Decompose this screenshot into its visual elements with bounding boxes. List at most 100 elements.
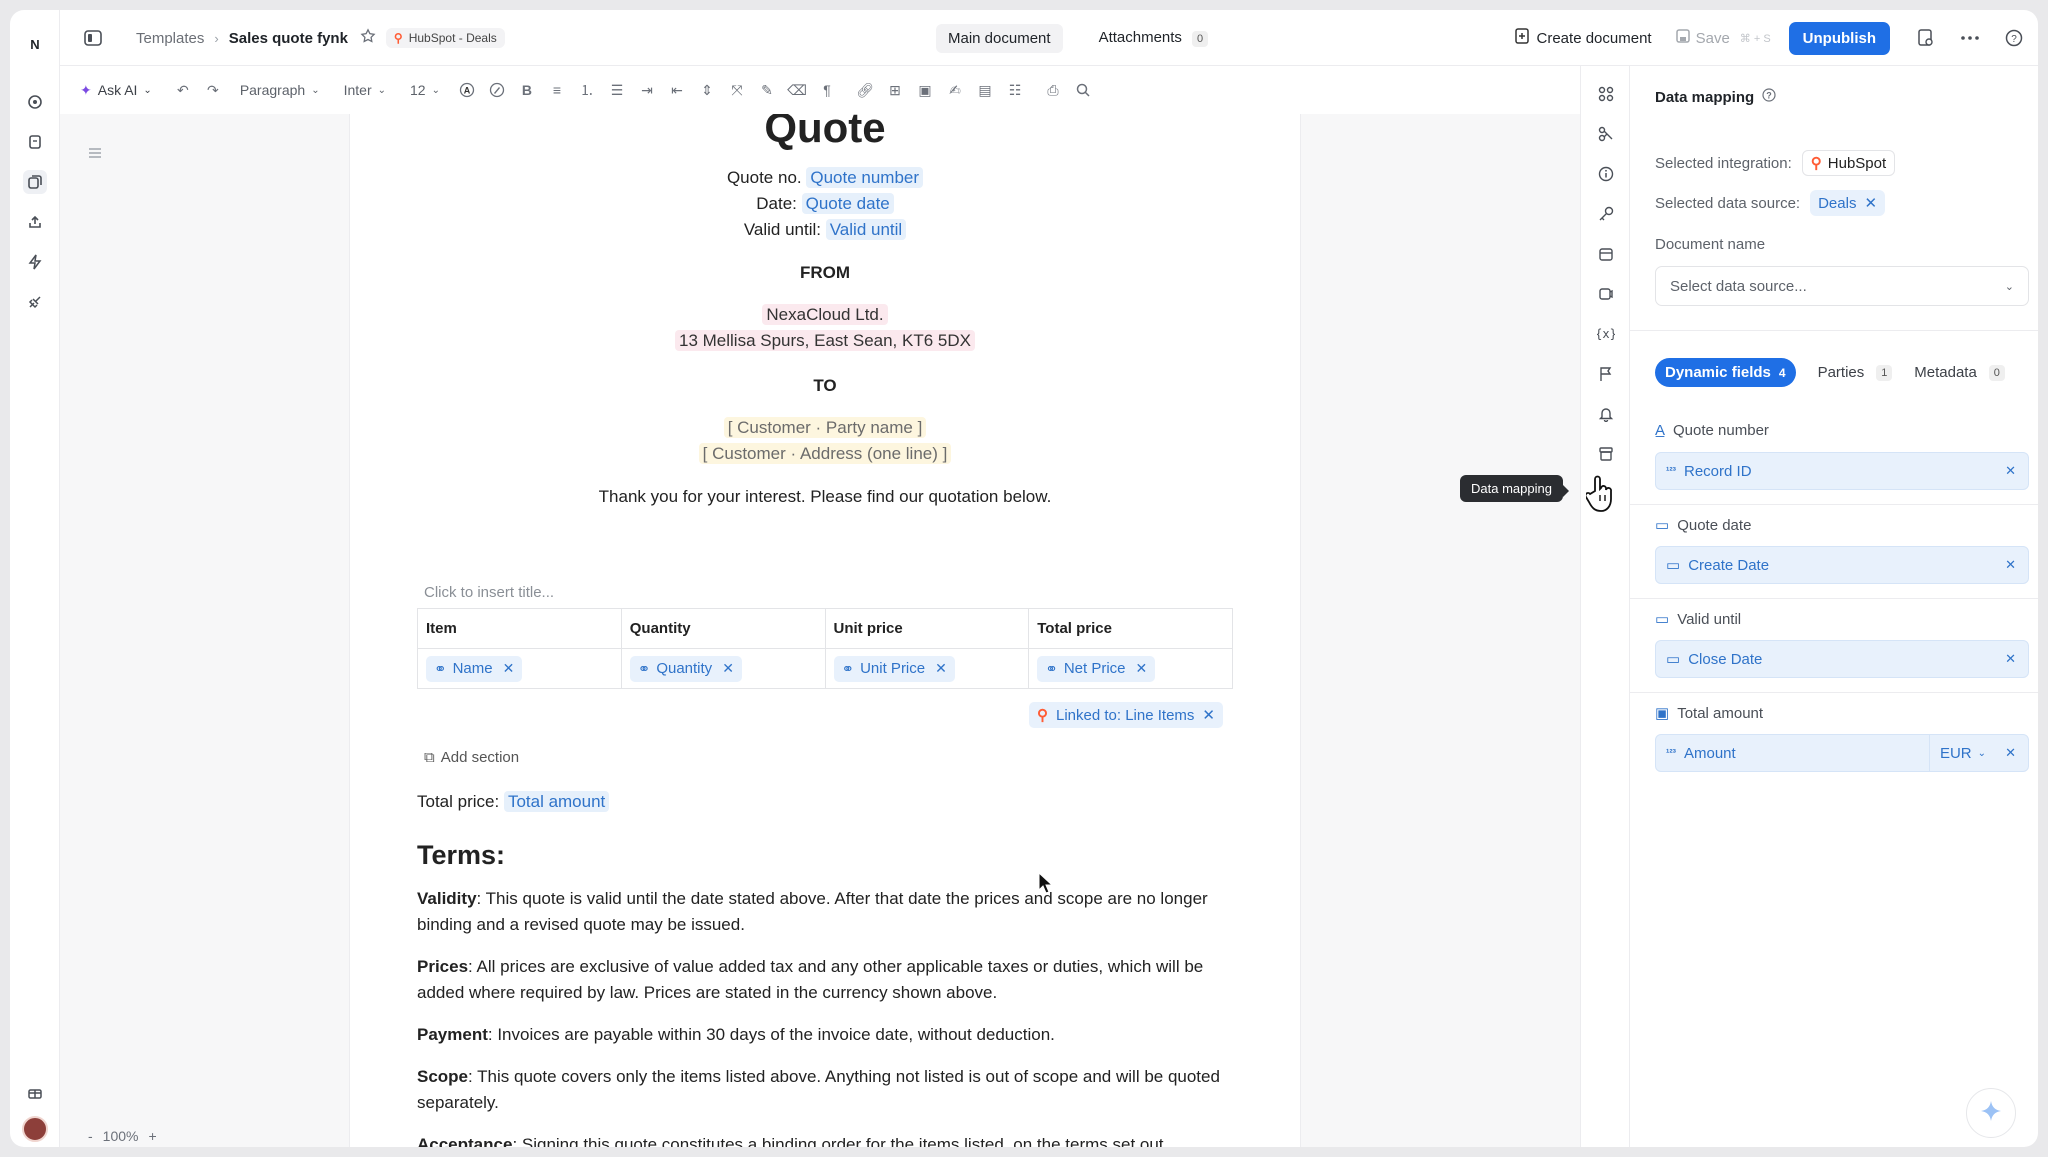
remove-icon[interactable]: ✕ <box>1202 706 1215 724</box>
valid-until-field[interactable]: Valid until <box>825 219 907 240</box>
sidebar-toggle-icon[interactable] <box>84 30 102 51</box>
help-icon[interactable]: ? <box>2004 28 2024 48</box>
attachment-icon[interactable] <box>1596 284 1616 304</box>
integrations-icon[interactable] <box>23 290 47 314</box>
line-height-icon[interactable]: ⇕ <box>698 81 716 99</box>
search-icon[interactable] <box>1074 81 1092 99</box>
help-circle-icon[interactable]: ? <box>1762 88 1776 106</box>
activity-icon[interactable] <box>1916 28 1936 48</box>
name-field-tag[interactable]: ⚭ Name ✕ <box>426 655 523 682</box>
print-icon[interactable]: ⎙ <box>1044 81 1062 99</box>
customer-party-name[interactable]: [ Customer · Party name ] <box>723 417 927 438</box>
flag-icon[interactable] <box>1596 364 1616 384</box>
remove-icon[interactable]: ✕ <box>935 660 947 677</box>
add-section-button[interactable]: ⧉ Add section <box>424 749 519 766</box>
page-title[interactable]: Quote <box>350 114 1300 154</box>
currency-select[interactable]: EUR ⌄ <box>1928 735 1996 771</box>
quantity-field-tag[interactable]: ⚭ Quantity ✕ <box>629 655 742 682</box>
star-icon[interactable] <box>360 28 376 48</box>
tab-metadata[interactable]: Metadata 0 <box>1914 364 2005 381</box>
signature-icon[interactable]: ✍︎ <box>946 81 964 99</box>
net-price-field-tag[interactable]: ⚭ Net Price ✕ <box>1037 655 1156 682</box>
gift-icon[interactable] <box>23 1080 47 1104</box>
integration-pill[interactable]: ⚲ HubSpot - Deals <box>385 28 505 48</box>
remove-icon[interactable]: ✕ <box>722 660 734 677</box>
ordered-list-icon[interactable]: ⒈ <box>578 81 596 99</box>
clear-format-icon[interactable]: ⌫ <box>787 81 807 99</box>
quote-number-field[interactable]: Quote number <box>806 167 924 188</box>
save-button[interactable]: Save ⌘ + S <box>1675 29 1771 47</box>
tab-main-document[interactable]: Main document <box>936 23 1063 53</box>
upload-icon[interactable] <box>23 210 47 234</box>
undo-icon[interactable]: ↶ <box>174 81 192 99</box>
remove-icon[interactable]: ✕ <box>503 660 515 677</box>
breadcrumb-templates[interactable]: Templates <box>136 30 204 47</box>
unpublish-button[interactable]: Unpublish <box>1788 21 1890 55</box>
automation-icon[interactable] <box>23 250 47 274</box>
more-icon[interactable] <box>1960 28 1980 48</box>
spacing-icon[interactable]: ⤧ <box>728 81 746 99</box>
link-icon[interactable]: 🔗︎ <box>856 81 874 99</box>
bullet-list-icon[interactable]: ☰ <box>608 81 626 99</box>
mapping-quote-date[interactable]: ▭ Create Date ✕ <box>1655 546 2029 584</box>
redo-icon[interactable]: ↷ <box>204 81 222 99</box>
zoom-out-button[interactable]: - <box>88 1128 93 1144</box>
variables-icon[interactable]: {x} <box>1596 324 1616 344</box>
create-document-button[interactable]: Create document <box>1514 28 1652 48</box>
archive-icon[interactable] <box>1596 444 1616 464</box>
ask-ai-button[interactable]: ✦ Ask AI ⌄ <box>80 74 152 106</box>
document-name[interactable]: Sales quote fynk <box>229 30 348 47</box>
bell-icon[interactable] <box>1596 404 1616 424</box>
clear-mapping-icon[interactable]: ✕ <box>2005 557 2016 573</box>
mapping-valid-until[interactable]: ▭ Close Date ✕ <box>1655 640 2029 678</box>
avatar[interactable] <box>22 1116 48 1142</box>
pilcrow-icon[interactable]: ¶ <box>818 81 836 99</box>
zoom-in-button[interactable]: + <box>148 1128 156 1144</box>
remove-icon[interactable]: ✕ <box>1136 660 1148 677</box>
document-page[interactable]: Quote Quote no. Quote number Date: Quote… <box>349 114 1301 1147</box>
mapping-quote-number[interactable]: ¹²³ Record ID ✕ <box>1655 452 2029 490</box>
field-icon[interactable]: ▤ <box>976 81 994 99</box>
workspace-logo[interactable]: N <box>22 32 48 58</box>
bold-icon[interactable]: B <box>518 81 536 99</box>
more-lines-icon[interactable]: ☷ <box>1006 81 1024 99</box>
blocks-icon[interactable] <box>1596 84 1616 104</box>
font-family-select[interactable]: Inter ⌄ <box>344 74 386 106</box>
workflow-icon[interactable] <box>1596 124 1616 144</box>
text-color-icon[interactable]: A <box>458 81 476 99</box>
indent-icon[interactable]: ⇥ <box>638 81 656 99</box>
customer-address[interactable]: [ Customer · Address (one line) ] <box>698 443 952 464</box>
table-icon[interactable]: ⊞ <box>886 81 904 99</box>
total-amount-field[interactable]: Total amount <box>503 791 610 812</box>
paint-icon[interactable]: ✎ <box>758 81 776 99</box>
outdent-icon[interactable]: ⇤ <box>668 81 686 99</box>
clear-mapping-icon[interactable]: ✕ <box>2005 463 2016 479</box>
outline-toggle-icon[interactable] <box>88 146 102 164</box>
templates-icon[interactable] <box>23 170 47 194</box>
selected-integration-pill[interactable]: ⚲ HubSpot <box>1801 150 1896 176</box>
font-size-select[interactable]: 12 ⌄ <box>410 74 440 106</box>
remove-icon[interactable]: ✕ <box>1864 194 1877 212</box>
calendar-icon[interactable] <box>1596 244 1616 264</box>
selected-source-pill[interactable]: Deals ✕ <box>1810 190 1886 216</box>
key-icon[interactable] <box>1596 204 1616 224</box>
tab-parties[interactable]: Parties 1 <box>1818 364 1893 381</box>
tab-dynamic-fields[interactable]: Dynamic fields 4 <box>1655 358 1796 387</box>
document-name-select[interactable]: Select data source... ⌄ <box>1655 266 2029 306</box>
linked-to-badge[interactable]: ⚲ Linked to: Line Items ✕ <box>1029 702 1223 728</box>
ai-assistant-button[interactable] <box>1966 1088 2016 1138</box>
from-address[interactable]: 13 Mellisa Spurs, East Sean, KT6 5DX <box>675 330 975 351</box>
highlight-icon[interactable] <box>488 81 506 99</box>
clear-mapping-icon[interactable]: ✕ <box>2005 651 2016 667</box>
paragraph-style-select[interactable]: Paragraph ⌄ <box>240 74 320 106</box>
clear-mapping-icon[interactable]: ✕ <box>2005 745 2016 761</box>
table-title-placeholder[interactable]: Click to insert title... <box>424 584 554 601</box>
image-icon[interactable]: ▣ <box>916 81 934 99</box>
from-company[interactable]: NexaCloud Ltd. <box>762 304 888 325</box>
quote-date-field[interactable]: Quote date <box>801 193 894 214</box>
tab-attachments[interactable]: Attachments 0 <box>1087 23 1221 53</box>
info-icon[interactable] <box>1596 164 1616 184</box>
unit-price-field-tag[interactable]: ⚭ Unit Price ✕ <box>833 655 955 682</box>
mapping-total-amount[interactable]: ¹²³ Amount EUR ⌄ ✕ <box>1655 734 2029 772</box>
documents-icon[interactable] <box>23 130 47 154</box>
